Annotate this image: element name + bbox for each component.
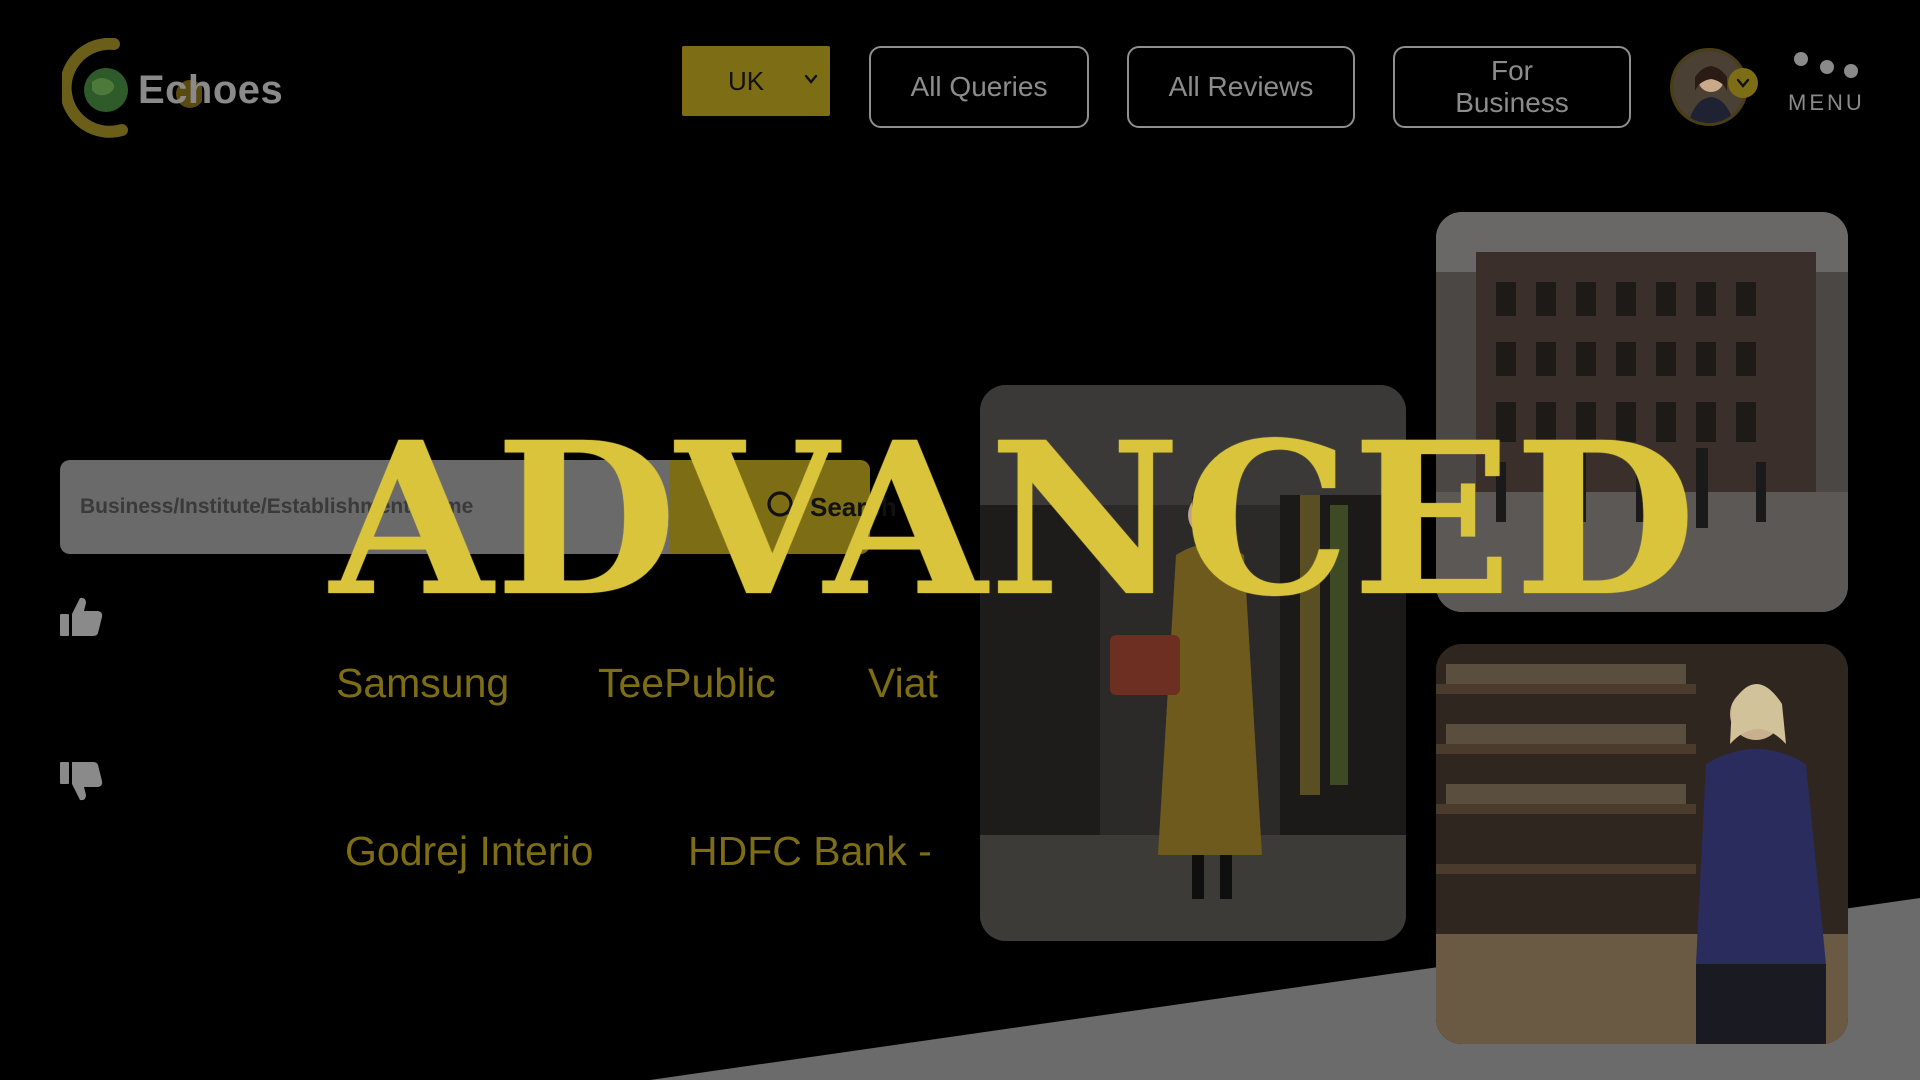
for-business-button[interactable]: For Business — [1393, 46, 1631, 128]
liked-business-teepublic[interactable]: TeePublic — [598, 660, 776, 707]
page: Echoes UK All Queries All Reviews For Bu… — [0, 0, 1920, 1080]
disliked-business-hdfc[interactable]: HDFC Bank - — [688, 828, 932, 875]
thumbs-up-icon[interactable] — [58, 594, 104, 640]
thumbs-down-icon[interactable] — [58, 758, 104, 804]
all-reviews-button[interactable]: All Reviews — [1127, 46, 1355, 128]
liked-business-samsung[interactable]: Samsung — [336, 660, 509, 707]
country-select-value: UK — [727, 65, 765, 96]
hero-overlay-word: ADVANCED — [330, 396, 1699, 643]
site-logo[interactable]: Echoes — [59, 37, 292, 138]
avatar-dropdown[interactable] — [1728, 68, 1758, 98]
all-queries-button[interactable]: All Queries — [869, 46, 1089, 128]
top-nav: UK — [682, 46, 830, 116]
country-select[interactable]: UK — [682, 46, 830, 116]
liked-business-viat[interactable]: Viat — [868, 660, 938, 707]
menu-toggle[interactable]: MENU — [1784, 50, 1864, 120]
chevron-down-icon — [1736, 78, 1750, 88]
menu-label: MENU — [1788, 90, 1865, 115]
disliked-business-godrej[interactable]: Godrej Interio — [345, 828, 593, 875]
logo-text: Echoes — [138, 68, 284, 112]
chevron-down-icon — [804, 74, 818, 84]
store-shelves-photo — [1436, 644, 1848, 1044]
